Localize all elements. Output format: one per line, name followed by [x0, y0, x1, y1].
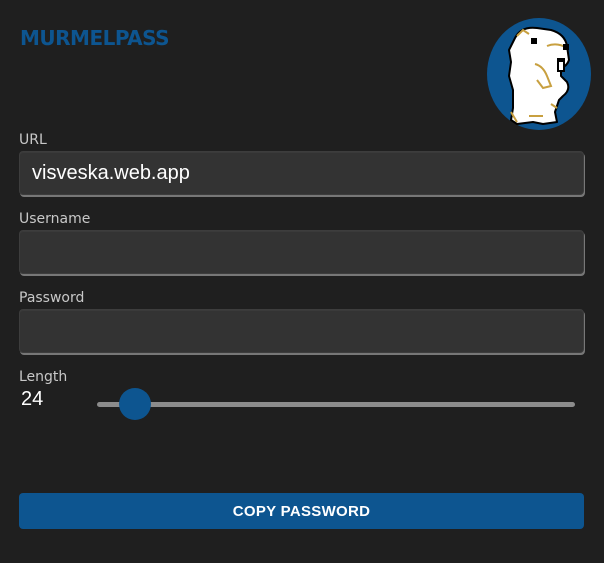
app-window: MURMELPASS URL Username — [0, 0, 604, 563]
url-label: URL — [19, 132, 47, 148]
marmot-logo-icon — [485, 16, 593, 132]
url-input[interactable] — [19, 151, 584, 195]
length-value: 24 — [21, 388, 44, 410]
length-slider-track[interactable] — [97, 402, 575, 407]
app-title: MURMELPASS — [20, 26, 170, 50]
length-label: Length — [19, 369, 68, 385]
password-label: Password — [19, 290, 85, 306]
length-slider-thumb[interactable] — [119, 388, 152, 420]
copy-password-button[interactable]: COPY PASSWORD — [19, 493, 584, 529]
password-input[interactable] — [19, 309, 584, 353]
username-label: Username — [19, 211, 91, 227]
username-input[interactable] — [19, 230, 584, 274]
